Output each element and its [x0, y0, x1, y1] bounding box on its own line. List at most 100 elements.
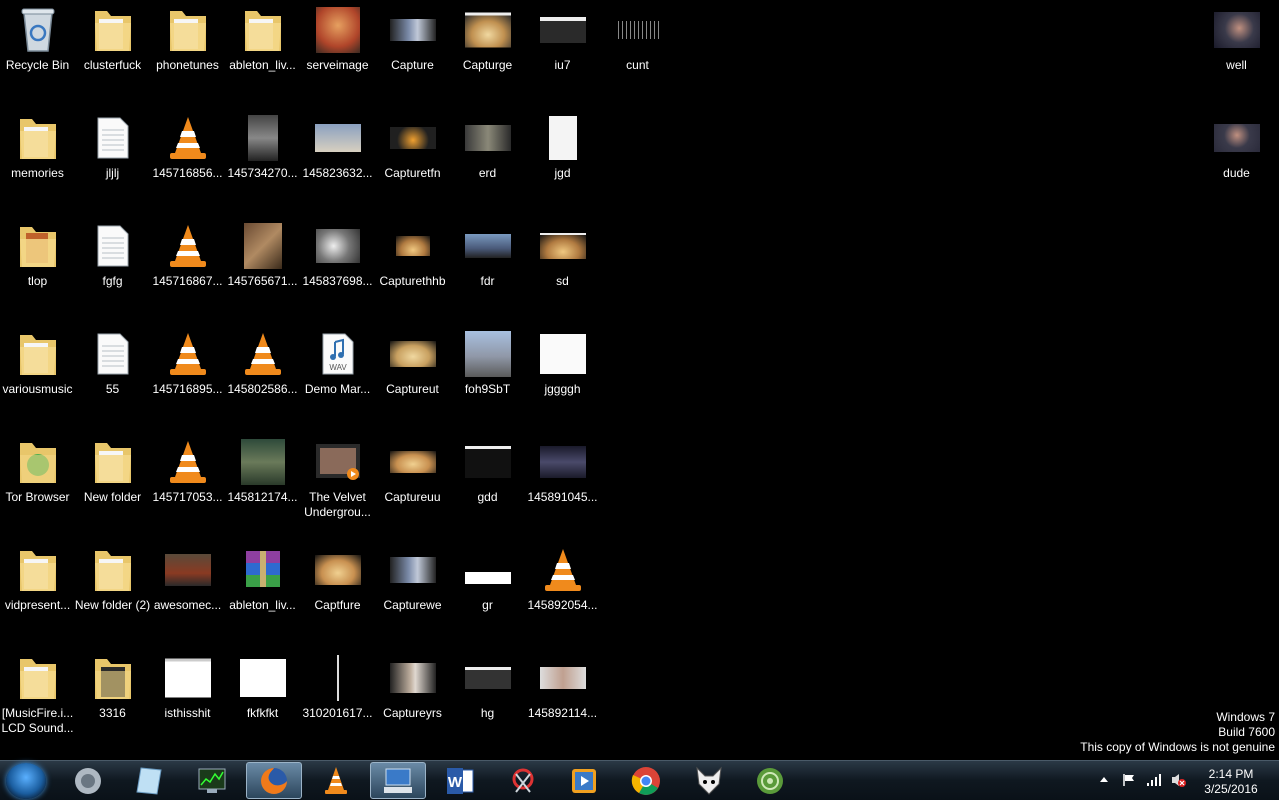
desktop-icon-capture[interactable]: Capture	[375, 0, 450, 104]
desktop-icon-the-velvet-underground[interactable]: The Velvet Undergrou...	[300, 432, 375, 536]
desktop-icon-gr[interactable]: gr	[450, 540, 525, 644]
speaker-icon	[75, 767, 101, 794]
desktop-icon-jggggh[interactable]: jggggh	[525, 324, 600, 428]
desktop-icon-145812174[interactable]: 145812174...	[225, 432, 300, 536]
desktop-icon-hg[interactable]: hg	[450, 648, 525, 752]
desktop-icon-new-folder-2[interactable]: New folder (2)	[75, 540, 150, 644]
action-center-flag-icon[interactable]	[1122, 773, 1136, 787]
desktop-icon-clusterfuck[interactable]: clusterfuck	[75, 0, 150, 104]
desktop-icon-iu7[interactable]: iu7	[525, 0, 600, 104]
desktop-icon-145802586[interactable]: 145802586...	[225, 324, 300, 428]
desktop-icon-ableton-live-folder[interactable]: ableton_liv...	[225, 0, 300, 104]
tor-icon	[757, 767, 783, 794]
desktop-icon-new-folder[interactable]: New folder	[75, 432, 150, 536]
desktop-icon-isthisshit[interactable]: isthisshit	[150, 648, 225, 752]
desktop-icon-captureuu[interactable]: Captureuu	[375, 432, 450, 536]
desktop-icon-foh9sbt[interactable]: foh9SbT	[450, 324, 525, 428]
desktop-icon-145765671[interactable]: 145765671...	[225, 216, 300, 320]
desktop-icon-capturetfn[interactable]: Capturetfn	[375, 108, 450, 212]
desktop-icon-145716867[interactable]: 145716867...	[150, 216, 225, 320]
start-button[interactable]	[6, 763, 46, 799]
desktop-icon-145837698[interactable]: 145837698...	[300, 216, 375, 320]
desktop-icon-fkfkfkt[interactable]: fkfkfkt	[225, 648, 300, 752]
firefox-icon	[261, 767, 287, 794]
desktop-icon-captfure[interactable]: Captfure	[300, 540, 375, 644]
desktop-icon-demo-mar[interactable]: WAV Demo Mar...	[300, 324, 375, 428]
desktop-icon-fgfg[interactable]: fgfg	[75, 216, 150, 320]
desktop-icon-label: jljlj	[105, 166, 120, 180]
desktop-icon-label: jggggh	[544, 382, 581, 396]
desktop-icon-memories[interactable]: memories	[0, 108, 75, 212]
desktop-icon-label: vidpresent...	[4, 598, 71, 612]
show-hidden-icons-icon[interactable]	[1098, 773, 1110, 787]
desktop-icon-145734270[interactable]: 145734270...	[225, 108, 300, 212]
desktop-icon-jljlj[interactable]: jljlj	[75, 108, 150, 212]
desktop-icon-awesomec[interactable]: awesomec...	[150, 540, 225, 644]
clock-date: 3/25/2016	[1204, 782, 1258, 796]
desktop-icon-variousmusic[interactable]: variousmusic	[0, 324, 75, 428]
desktop-icon-dude[interactable]: dude	[1199, 108, 1274, 212]
desktop-icon-145892114[interactable]: 145892114...	[525, 648, 600, 752]
desktop-icon-label: 55	[105, 382, 120, 396]
image-thumbnail-icon	[1213, 124, 1260, 152]
taskbar-firefox[interactable]	[246, 762, 302, 799]
desktop-icon-310201617[interactable]: 310201617...	[300, 648, 375, 752]
desktop-icon-jgd[interactable]: jgd	[525, 108, 600, 212]
taskbar-snipping-tool[interactable]	[495, 762, 551, 799]
desktop-icon-145823632[interactable]: 145823632...	[300, 108, 375, 212]
desktop-icon-145891045[interactable]: 145891045...	[525, 432, 600, 536]
taskbar-media-player[interactable]	[556, 762, 612, 799]
desktop-icon-3316[interactable]: 3316	[75, 648, 150, 752]
desktop-icon-145892054[interactable]: 145892054...	[525, 540, 600, 644]
taskbar-remote-desktop[interactable]	[370, 762, 426, 799]
taskbar-foobar[interactable]	[681, 762, 737, 799]
image-thumbnail-icon	[315, 7, 360, 53]
desktop-icon-tor-browser[interactable]: Tor Browser	[0, 432, 75, 536]
desktop-icon-55[interactable]: 55	[75, 324, 150, 428]
taskbar-tor[interactable]	[742, 762, 798, 799]
volume-muted-icon[interactable]	[1170, 772, 1186, 788]
desktop-icon-vidpresent[interactable]: vidpresent...	[0, 540, 75, 644]
desktop-icon-145716895[interactable]: 145716895...	[150, 324, 225, 428]
desktop-icon-145716856[interactable]: 145716856...	[150, 108, 225, 212]
video-file-icon	[315, 444, 360, 480]
desktop-icon-sd[interactable]: sd	[525, 216, 600, 320]
desktop-icon-capturethhb[interactable]: Capturethhb	[375, 216, 450, 320]
desktop-icon-gdd[interactable]: gdd	[450, 432, 525, 536]
desktop-icon-tlop[interactable]: tlop	[0, 216, 75, 320]
desktop-icon-well[interactable]: well	[1199, 0, 1274, 104]
taskbar-task-manager[interactable]	[184, 762, 240, 799]
taskbar-notepad[interactable]	[121, 762, 177, 799]
desktop-icon-label: Recycle Bin	[5, 58, 70, 72]
taskbar-speaker[interactable]	[60, 762, 116, 799]
desktop-icon-captureut[interactable]: Captureut	[375, 324, 450, 428]
desktop-icon-label: 145716856...	[152, 166, 223, 180]
desktop-icon-fdr[interactable]: fdr	[450, 216, 525, 320]
taskbar-word[interactable]: W	[432, 762, 488, 799]
media-player-icon	[572, 768, 596, 793]
desktop-icon-label: isthisshit	[164, 706, 211, 720]
image-thumbnail-icon	[548, 116, 577, 160]
desktop-icon-label: [MusicFire.i... LCD Sound...	[1, 706, 74, 735]
desktop-icon-musicfire[interactable]: [MusicFire.i... LCD Sound...	[0, 648, 75, 752]
desktop-icon-captureyrs[interactable]: Captureyrs	[375, 648, 450, 752]
taskbar-chrome[interactable]	[618, 762, 674, 799]
desktop-icon-recycle-bin[interactable]: Recycle Bin	[0, 0, 75, 104]
desktop-icon-capturge[interactable]: Capturge	[450, 0, 525, 104]
desktop-icon-label: dude	[1223, 166, 1250, 180]
taskbar-clock[interactable]: 2:14 PM 3/25/2016	[1195, 767, 1267, 797]
desktop-icon-serveimage[interactable]: serveimage	[300, 0, 375, 104]
desktop-icon-145717053[interactable]: 145717053...	[150, 432, 225, 536]
taskbar-vlc[interactable]	[308, 762, 364, 799]
desktop-icon-phonetunes[interactable]: phonetunes	[150, 0, 225, 104]
desktop-icon-cunt[interactable]: cunt	[600, 0, 675, 104]
wav-file-icon: WAV	[322, 333, 353, 375]
desktop-icon-erd[interactable]: erd	[450, 108, 525, 212]
image-thumbnail-icon	[247, 115, 278, 161]
desktop-icon-label: Capture	[391, 58, 434, 72]
network-icon[interactable]	[1146, 773, 1162, 787]
desktop-icon-capturewe[interactable]: Capturewe	[375, 540, 450, 644]
desktop-icon-label: New folder (2)	[74, 598, 151, 612]
desktop-icon-label: Captureyrs	[383, 706, 442, 720]
desktop-icon-ableton-live-rar[interactable]: ableton_liv...	[225, 540, 300, 644]
